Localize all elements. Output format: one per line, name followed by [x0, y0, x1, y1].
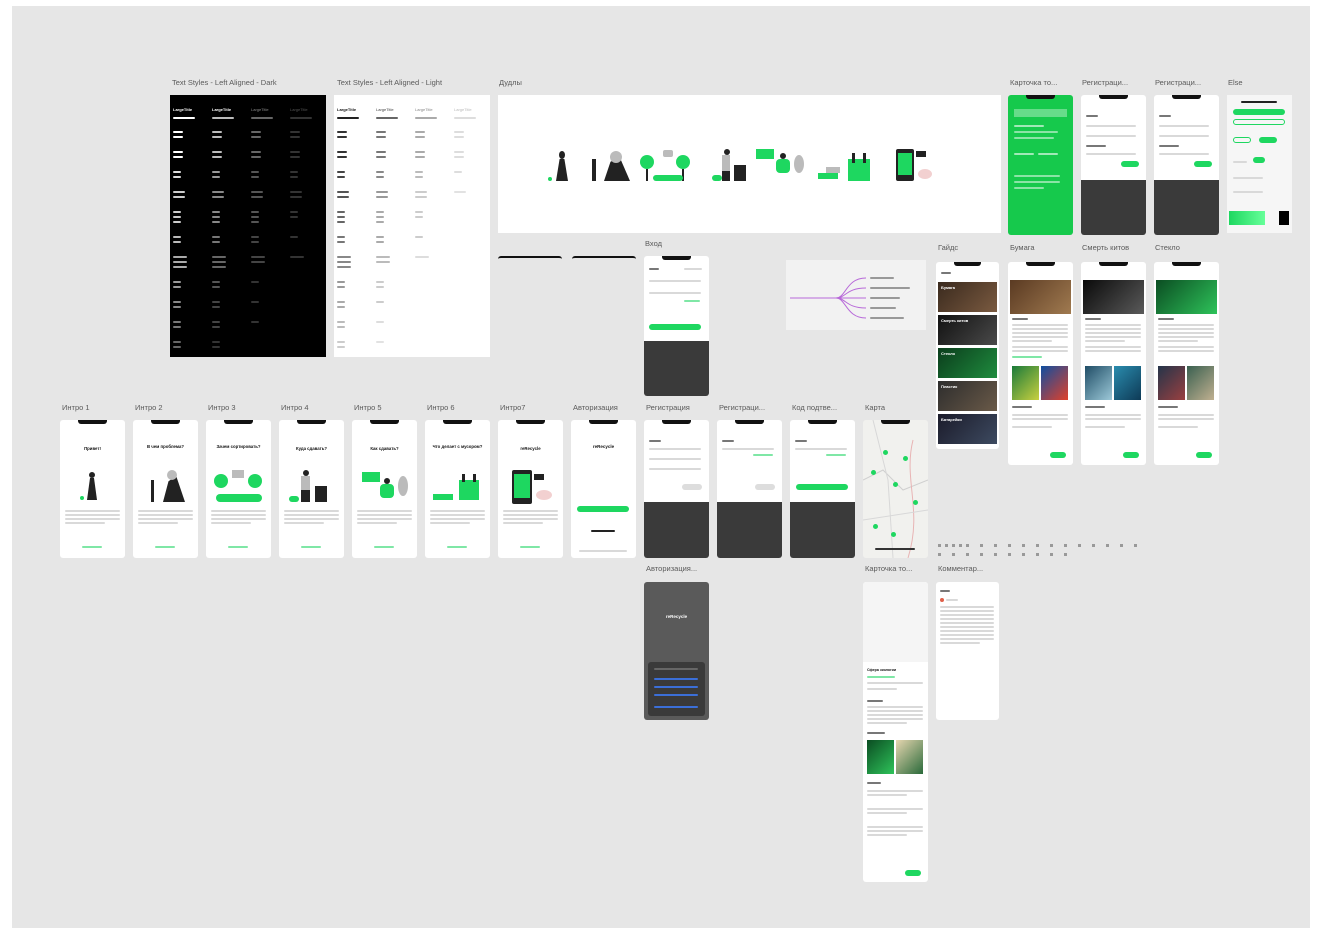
large-title-sample: LargeTitle: [251, 107, 269, 112]
map-frame[interactable]: [863, 420, 928, 558]
card-title: Сфера экологии: [867, 668, 897, 672]
intro-title: Зачем сортировать?: [216, 444, 261, 449]
large-title-sample: LargeTitle: [337, 107, 357, 112]
registration-frame-3[interactable]: [1154, 95, 1219, 235]
frame-label-registration[interactable]: Регистраци...: [1155, 78, 1221, 87]
blank-frame-1[interactable]: [498, 256, 562, 398]
frame-label-text-styles-light[interactable]: Text Styles - Left Aligned - Light: [337, 78, 497, 87]
intro4-frame[interactable]: Куда сдавать?: [279, 420, 344, 558]
confirm-code-frame[interactable]: [790, 420, 855, 558]
frame-label-intro1[interactable]: Интро 1: [62, 403, 122, 412]
registration-frame-2[interactable]: [1081, 95, 1146, 235]
frame-label-registration[interactable]: Регистраци...: [719, 403, 785, 412]
intro-title: Привет!: [84, 446, 101, 451]
large-title-sample: LargeTitle: [376, 107, 394, 112]
guide-card[interactable]: Бумага: [938, 282, 997, 312]
large-title-sample: LargeTitle: [212, 107, 232, 112]
login-frame[interactable]: [644, 256, 709, 396]
frame-label-confirm-code[interactable]: Код подтве...: [792, 403, 858, 412]
frame-label-card-top[interactable]: Карточка то...: [1010, 78, 1076, 87]
intro-title: Куда сдавать?: [295, 446, 328, 451]
intro3-frame[interactable]: Зачем сортировать?: [206, 420, 271, 558]
comments-frame[interactable]: [936, 582, 999, 720]
frame-label-intro4[interactable]: Интро 4: [281, 403, 341, 412]
auth-sheet[interactable]: [648, 662, 705, 716]
intro6-frame[interactable]: Что делает с мусором?: [425, 420, 490, 558]
intro2-frame[interactable]: В чем проблема?: [133, 420, 198, 558]
else-frame[interactable]: [1227, 95, 1292, 233]
frame-label-guide[interactable]: Гайдс: [938, 243, 998, 252]
text-styles-light-frame[interactable]: LargeTitle LargeTitle LargeTitle LargeTi…: [334, 95, 490, 357]
doodles-frame[interactable]: [498, 95, 1001, 233]
glass-frame[interactable]: [1154, 262, 1219, 465]
design-canvas: Text Styles - Left Aligned - Dark LargeT…: [12, 6, 1310, 928]
frame-label-comments[interactable]: Комментар...: [938, 564, 1004, 573]
large-title-sample: LargeTitle: [454, 107, 472, 112]
large-title-sample: LargeTitle: [173, 107, 193, 112]
frame-label-paper[interactable]: Бумага: [1010, 243, 1070, 252]
authorization-dark-frame[interactable]: reRecycle: [644, 582, 709, 720]
guide-card[interactable]: Стекло: [938, 348, 997, 378]
brand-logo: reRecycle: [665, 614, 688, 619]
guide-card[interactable]: Пластик: [938, 381, 997, 411]
component-dots: [938, 544, 1138, 556]
intro-title: Что делает с мусором?: [432, 444, 483, 449]
frame-label-authorization-2[interactable]: Авторизация...: [646, 564, 712, 573]
intro7-frame[interactable]: reRecycle: [498, 420, 563, 558]
frame-label-glass[interactable]: Стекло: [1155, 243, 1215, 252]
mindmap-frame[interactable]: [786, 260, 926, 330]
intro-title: Как сдавать?: [370, 446, 399, 451]
frame-label-authorization[interactable]: Авторизация: [573, 403, 639, 412]
guide-card[interactable]: Смерть китов: [938, 315, 997, 345]
frame-label-intro5[interactable]: Интро 5: [354, 403, 414, 412]
frame-label-login[interactable]: Вход: [645, 239, 705, 248]
intro-title: reRecycle: [520, 446, 541, 451]
frame-label-text-styles-dark[interactable]: Text Styles - Left Aligned - Dark: [172, 78, 332, 87]
card-top-long-frame[interactable]: Сфера экологии: [863, 582, 928, 882]
intro5-frame[interactable]: Как сдавать?: [352, 420, 417, 558]
intro-title: В чем проблема?: [146, 444, 185, 449]
blank-frame-2[interactable]: [572, 256, 636, 398]
frame-label-whale-death[interactable]: Смерть китов: [1082, 243, 1148, 252]
large-title-sample: LargeTitle: [415, 107, 433, 112]
guide-frame[interactable]: Бумага Смерть китов Стекло Пластик Батар…: [936, 262, 999, 449]
frame-label-card-top-2[interactable]: Карточка то...: [865, 564, 931, 573]
frame-label-intro2[interactable]: Интро 2: [135, 403, 195, 412]
frame-label-map[interactable]: Карта: [865, 403, 925, 412]
authorization-frame[interactable]: reRecycle: [571, 420, 636, 558]
frame-label-doodles[interactable]: Дудлы: [499, 78, 579, 87]
brand-logo: reRecycle: [592, 444, 615, 449]
guide-card[interactable]: Батарейки: [938, 414, 997, 444]
frame-label-intro6[interactable]: Интро 6: [427, 403, 487, 412]
registration-frame-alt[interactable]: [717, 420, 782, 558]
frame-label-registration[interactable]: Регистраци...: [1082, 78, 1148, 87]
intro1-frame[interactable]: Привет!: [60, 420, 125, 558]
card-top-frame[interactable]: [1008, 95, 1073, 235]
frame-label-else[interactable]: Else: [1228, 78, 1268, 87]
large-title-sample: LargeTitle: [290, 107, 308, 112]
registration-frame[interactable]: [644, 420, 709, 558]
paper-frame[interactable]: [1008, 262, 1073, 465]
frame-label-intro3[interactable]: Интро 3: [208, 403, 268, 412]
frame-label-intro7[interactable]: Интро7: [500, 403, 560, 412]
frame-label-registration[interactable]: Регистрация: [646, 403, 712, 412]
text-styles-dark-frame[interactable]: LargeTitle LargeTitle LargeTitle LargeTi…: [170, 95, 326, 357]
whale-death-frame[interactable]: [1081, 262, 1146, 465]
